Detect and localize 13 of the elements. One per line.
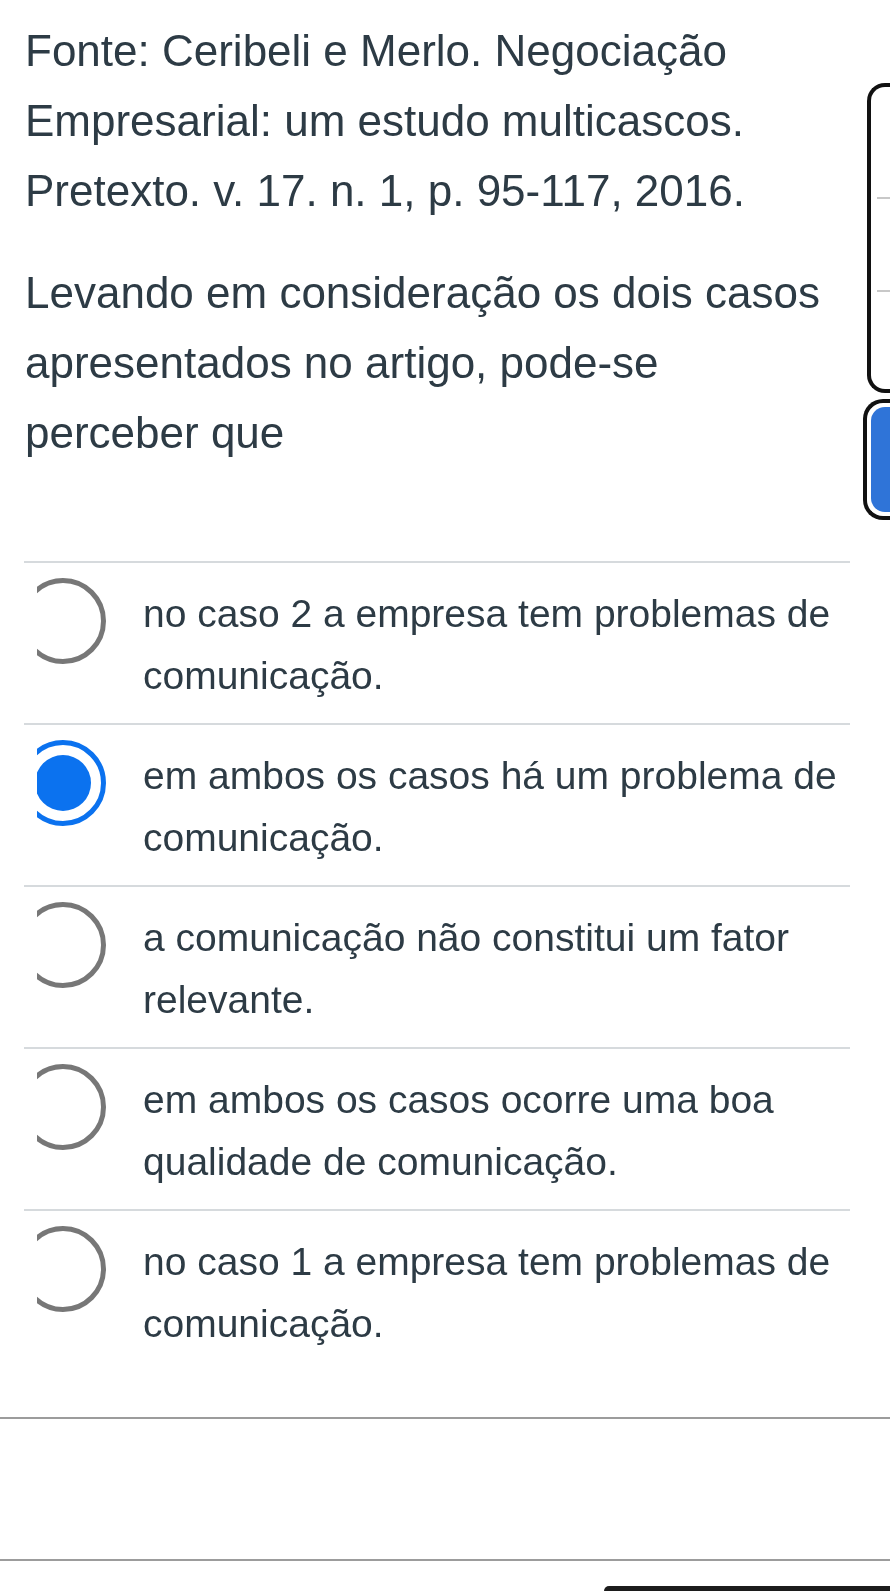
question-paragraph: Fonte: Ceribeli e Merlo. Negociação Empresarial: um estudo multicascos. Pretexto. v. 17. n. 1, p. 95-117, 2016.: [25, 25, 746, 217]
option-label[interactable]: no caso 1 a empresa tem problemas de comunicação.: [143, 1225, 850, 1355]
option-label[interactable]: em ambos os casos há um problema de comunicação.: [143, 739, 850, 869]
radio-button[interactable]: [37, 1063, 107, 1151]
option-label[interactable]: em ambos os casos ocorre uma boa qualidade de comunicação.: [143, 1063, 850, 1193]
radio-button[interactable]: [37, 577, 107, 665]
side-button[interactable]: [863, 399, 890, 520]
radio-button[interactable]: [37, 901, 107, 989]
radio-button[interactable]: [37, 739, 107, 827]
option-label[interactable]: no caso 2 a empresa tem problemas de comunicação.: [143, 577, 850, 707]
question-paragraph: Levando em consideração os dois casos apresentados no artigo, pode-se perceber que: [25, 267, 820, 459]
radio-button[interactable]: [37, 1225, 107, 1313]
option-label[interactable]: a comunicação não constitui um fator relevante.: [143, 901, 850, 1031]
